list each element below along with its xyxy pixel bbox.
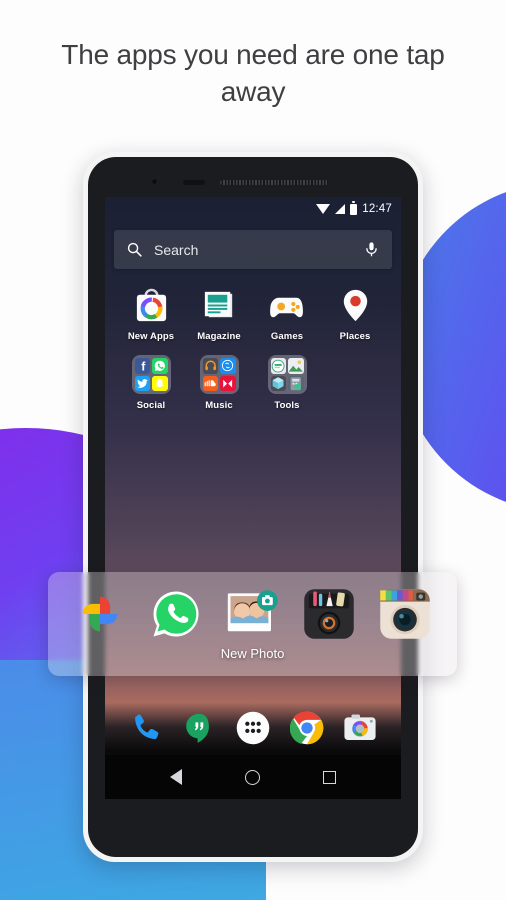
dock: [105, 701, 401, 755]
phone-body: 12:47 Search New Apps Magazine Games Pla…: [88, 157, 418, 857]
page-title: The apps you need are one tap away: [61, 39, 445, 108]
status-bar: 12:47: [105, 197, 401, 221]
folder-preview: [267, 355, 307, 394]
app-grid: New Apps Magazine Games Places f Social …: [105, 269, 401, 411]
overlay-item-new-photo[interactable]: New Photo: [214, 587, 290, 661]
folder-social[interactable]: f Social: [117, 355, 185, 411]
app-label: Social: [136, 400, 166, 411]
folder-preview: [199, 355, 239, 394]
mx-player-icon: [220, 375, 236, 391]
gallery-icon: [288, 358, 304, 374]
app-magazine[interactable]: Magazine: [185, 286, 253, 342]
quick-actions-overlay: New Photo: [48, 572, 457, 676]
app-new-apps[interactable]: New Apps: [117, 286, 185, 342]
app-places[interactable]: Places: [321, 286, 389, 342]
hangouts-icon[interactable]: [182, 711, 216, 745]
camera-icon[interactable]: [343, 711, 377, 745]
places-pin-icon: [336, 286, 375, 325]
search-icon: [127, 242, 142, 257]
folder-preview: f: [131, 355, 171, 394]
recents-square-icon[interactable]: [322, 770, 336, 784]
cube-icon: [270, 375, 286, 391]
cleaner-icon: [270, 358, 286, 374]
tools-folder-icon: [267, 355, 307, 394]
app-label: Tools: [274, 400, 300, 411]
new-apps-icon: [132, 286, 171, 325]
google-photos-icon: [73, 587, 127, 641]
shazam-icon: [220, 358, 236, 374]
navigation-bar: [105, 755, 401, 799]
search-input[interactable]: Search: [154, 242, 352, 258]
home-circle-icon[interactable]: [244, 769, 260, 785]
search-bar[interactable]: Search: [114, 230, 392, 269]
overlay-item-instagram[interactable]: [367, 587, 443, 646]
overlay-item-google-photos[interactable]: [62, 587, 138, 646]
app-label: Places: [339, 331, 371, 342]
signal-icon: [335, 204, 346, 214]
folder-music[interactable]: Music: [185, 355, 253, 411]
app-label: Games: [270, 331, 304, 342]
app-empty-slot: [321, 355, 389, 411]
app-row: f Social Music Tools: [117, 355, 389, 411]
music-folder-icon: [199, 355, 239, 394]
overlay-item-camera-app[interactable]: [291, 587, 367, 646]
status-time: 12:47: [362, 203, 392, 215]
twitter-icon: [134, 375, 150, 391]
back-triangle-icon[interactable]: [170, 769, 183, 785]
folder-tools[interactable]: Tools: [253, 355, 321, 411]
whatsapp-icon: [149, 587, 203, 641]
wifi-icon: [316, 204, 331, 214]
headphones-icon: [202, 358, 218, 374]
magazine-icon: [200, 286, 239, 325]
chrome-icon[interactable]: [289, 711, 324, 745]
earpiece-speaker-icon: [220, 180, 328, 185]
phone-mockup: 12:47 Search New Apps Magazine Games Pla…: [83, 152, 423, 862]
calculator-icon: [288, 375, 304, 391]
social-folder-icon: f: [131, 355, 171, 394]
whatsapp-icon: [152, 358, 168, 374]
instagram-icon: [378, 587, 432, 641]
battery-icon: [350, 201, 358, 215]
front-camera-icon: [151, 178, 158, 185]
app-drawer-icon[interactable]: [236, 711, 270, 745]
microphone-icon[interactable]: [363, 241, 380, 258]
soundcloud-icon: [202, 375, 218, 391]
overlay-item-label: New Photo: [220, 646, 285, 661]
app-row: New Apps Magazine Games Places: [117, 286, 389, 342]
app-label: Magazine: [197, 331, 241, 342]
proximity-sensor-icon: [183, 180, 205, 185]
app-games[interactable]: Games: [253, 286, 321, 342]
app-label: New Apps: [127, 331, 175, 342]
app-label: Music: [205, 400, 233, 411]
phone-icon[interactable]: [129, 711, 163, 745]
snapchat-icon: [152, 375, 168, 391]
facebook-icon: f: [134, 358, 150, 374]
games-gamepad-icon: [268, 286, 307, 325]
overlay-item-whatsapp[interactable]: [138, 587, 214, 646]
svg-text:f: f: [141, 359, 146, 373]
camera-app-icon: [302, 587, 356, 641]
new-photo-thumbnail-icon: [226, 587, 280, 641]
phone-screen: 12:47 Search New Apps Magazine Games Pla…: [105, 197, 401, 799]
